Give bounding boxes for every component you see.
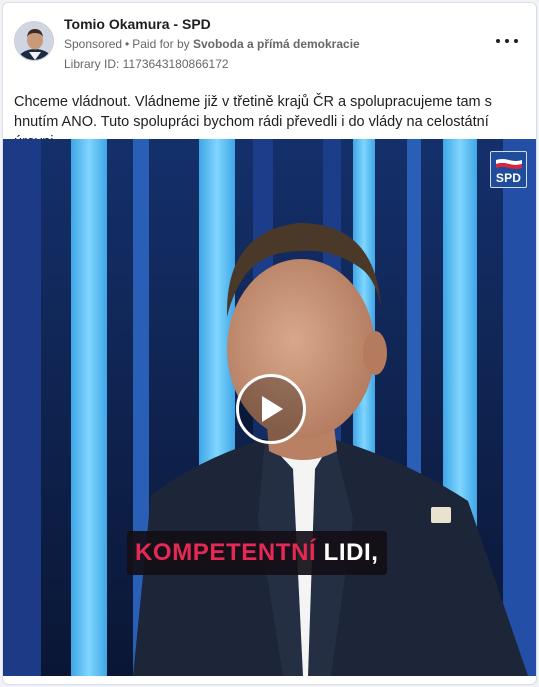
sponsored-meta: Sponsored • Paid for by Svoboda a přímá de… <box>64 37 360 51</box>
library-id: Library ID: 1173643180866172 <box>64 57 229 71</box>
ad-header: Tomio Okamura - SPD Sponsored • Paid for b… <box>3 3 536 79</box>
video-caption: KOMPETENTNÍ LIDI, <box>127 531 387 575</box>
paid-for-prefix: Paid for by <box>132 37 190 51</box>
video-player[interactable]: SPD KOMPETENTNÍ LIDI, <box>3 139 536 676</box>
page-name[interactable]: Tomio Okamura - SPD <box>64 16 211 32</box>
payer-name[interactable]: Svoboda a přímá demokracie <box>193 37 360 51</box>
logo-text: SPD <box>495 171 522 185</box>
more-horizontal-icon <box>496 39 500 43</box>
spd-logo-icon: SPD <box>490 151 527 188</box>
caption-highlight: KOMPETENTNÍ <box>135 539 317 566</box>
more-options-button[interactable] <box>496 35 518 47</box>
sponsored-label: Sponsored <box>64 37 123 51</box>
play-icon <box>262 396 283 422</box>
flag-icon <box>495 159 522 169</box>
page-avatar[interactable] <box>14 21 54 61</box>
more-dot <box>514 39 518 43</box>
ad-card: Tomio Okamura - SPD Sponsored • Paid for b… <box>2 2 537 685</box>
play-button[interactable] <box>236 374 306 444</box>
caption-rest: LIDI, <box>323 539 379 566</box>
more-dot <box>505 39 509 43</box>
meta-separator: • <box>125 37 130 51</box>
